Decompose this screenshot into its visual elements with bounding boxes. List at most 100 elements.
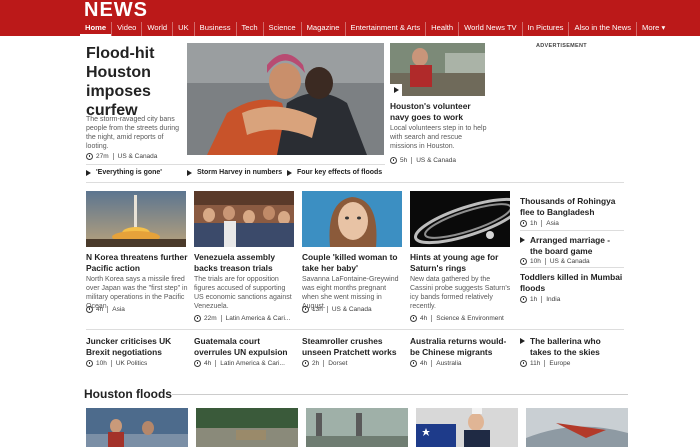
sidebar-headline[interactable]: Thousands of Rohingya flee to Bangladesh [520,196,624,217]
play-icon [86,169,91,176]
lead-tag[interactable]: US & Canada [118,153,158,160]
nav-entertainment-arts[interactable]: Entertainment & Arts [344,22,426,36]
story-tag[interactable]: Asia [112,306,125,313]
nav-in-pictures[interactable]: In Pictures [521,22,569,36]
nav-uk[interactable]: UK [172,22,194,36]
section-image-3[interactable] [306,408,408,447]
story-headline[interactable]: Venezuela assembly backs treason trials [194,252,296,273]
clock-icon [520,220,527,227]
story-summary: New data gathered by the Cassini probe s… [410,276,511,310]
sidebar-headline-text: Arranged marriage - the board game [530,235,611,256]
meta-separator [215,360,217,367]
story-headline[interactable]: Australia returns would-be Chinese migra… [410,336,512,357]
clock-icon [86,360,93,367]
meta-separator [323,360,325,367]
lead-summary: The storm-ravaged city bans people from … [86,116,179,150]
story-tag[interactable]: Latin America & Cari... [226,315,291,322]
sidebar-tag[interactable]: India [546,296,560,303]
clock-icon [520,258,527,265]
story-tag[interactable]: Science & Environment [436,315,504,322]
couple-story-image[interactable] [302,191,402,247]
related-link-four-effects[interactable]: Four key effects of floods [287,169,382,176]
story-headline[interactable]: Juncker criticises UK Brexit negotiation… [86,336,188,357]
nav-health[interactable]: Health [425,22,458,36]
clock-icon [194,360,201,367]
story-time: 11h [530,360,541,367]
nav-video[interactable]: Video [111,22,141,36]
sidebar-tag[interactable]: US & Canada [550,258,590,265]
news-logo[interactable]: NEWS [84,0,148,20]
story-meta: 22m Latin America & Cari... [194,315,290,322]
related-link-storm-numbers[interactable]: Storm Harvey in numbers [187,169,282,176]
story-tag[interactable]: Australia [436,360,461,367]
missile-image[interactable] [86,191,186,247]
meta-separator [112,153,114,160]
meta-separator [110,360,112,367]
row3-divider [86,329,624,330]
related-link-label: Storm Harvey in numbers [197,169,283,176]
story-meta: 4h Latin America & Cari... [194,360,285,367]
sidebar-headline[interactable]: Arranged marriage - the board game [520,235,624,256]
nav-home[interactable]: Home [80,22,112,36]
nav-more[interactable]: More ▾ [636,22,670,36]
clock-icon [302,360,309,367]
meta-separator [220,315,222,322]
nav-science[interactable]: Science [262,22,301,36]
story-tag[interactable]: Dorset [328,360,347,367]
story-tag[interactable]: US & Canada [332,306,372,313]
saturn-rings-image[interactable] [410,191,510,247]
nav-magazine[interactable]: Magazine [300,22,345,36]
meta-separator [544,360,546,367]
nav-also-in-the-news[interactable]: Also in the News [568,22,636,36]
venezuela-assembly-image[interactable] [194,191,294,247]
story-headline[interactable]: N Korea threatens further Pacific action [86,252,188,273]
volunteer-navy-tag[interactable]: US & Canada [416,157,456,164]
section-image-1[interactable] [86,408,188,447]
nav-business[interactable]: Business [193,22,236,36]
story-headline[interactable]: The ballerina who takes to the skies [520,336,624,357]
section-title[interactable]: Houston floods [84,387,172,401]
nav-world-news-tv[interactable]: World News TV [458,22,521,36]
story-headline[interactable]: Guatemala court overrules UN expulsion [194,336,296,357]
meta-separator [326,306,328,313]
play-icon [390,84,402,96]
volunteer-navy-meta: 5h US & Canada [390,157,456,164]
sidebar-tag[interactable]: Asia [546,220,559,227]
story-time: 13h [312,306,323,313]
story-headline[interactable]: Hints at young age for Saturn's rings [410,252,512,273]
missile-photo-svg [86,191,186,247]
meta-separator [107,306,109,313]
sidebar-headline[interactable]: Toddlers killed in Mumbai floods [520,272,624,293]
story-tag[interactable]: Latin America & Cari... [220,360,285,367]
nav-world[interactable]: World [141,22,172,36]
story-time: 2h [312,360,320,367]
sidebar-meta: 1h India [520,296,560,303]
story-time: 4h [420,315,428,322]
meta-separator [431,360,433,367]
sidebar-time: 10h [530,258,541,265]
lead-image[interactable] [187,43,384,155]
section-image-2[interactable] [196,408,298,447]
section-image-4[interactable] [416,408,518,447]
play-icon [187,169,192,176]
masthead: NEWS Home Video World UK Business Tech S… [0,0,700,36]
story-tag[interactable]: UK Politics [116,360,147,367]
related-link-everything-gone[interactable]: 'Everything is gone' [86,169,162,176]
row2-divider [86,182,624,183]
section-image-5[interactable] [526,408,628,447]
clock-icon [86,306,93,313]
meta-separator [541,296,543,303]
play-icon [520,237,525,243]
volunteer-navy-time: 5h [400,157,408,164]
story-time: 4h [204,360,212,367]
volunteer-navy-headline[interactable]: Houston's volunteer navy goes to work [390,101,485,122]
lead-headline[interactable]: Flood-hit Houston imposes curfew [86,44,182,120]
story-headline[interactable]: Steamroller crushes unseen Pratchett wor… [302,336,404,357]
sidebar-meta: 1h Asia [520,220,559,227]
volunteer-navy-image[interactable] [390,43,485,96]
story-tag[interactable]: Europe [549,360,570,367]
story-headline[interactable]: Couple 'killed woman to take her baby' [302,252,404,273]
story-meta: 10h UK Politics [86,360,147,367]
main-nav: Home Video World UK Business Tech Scienc… [80,22,670,36]
nav-tech[interactable]: Tech [235,22,263,36]
